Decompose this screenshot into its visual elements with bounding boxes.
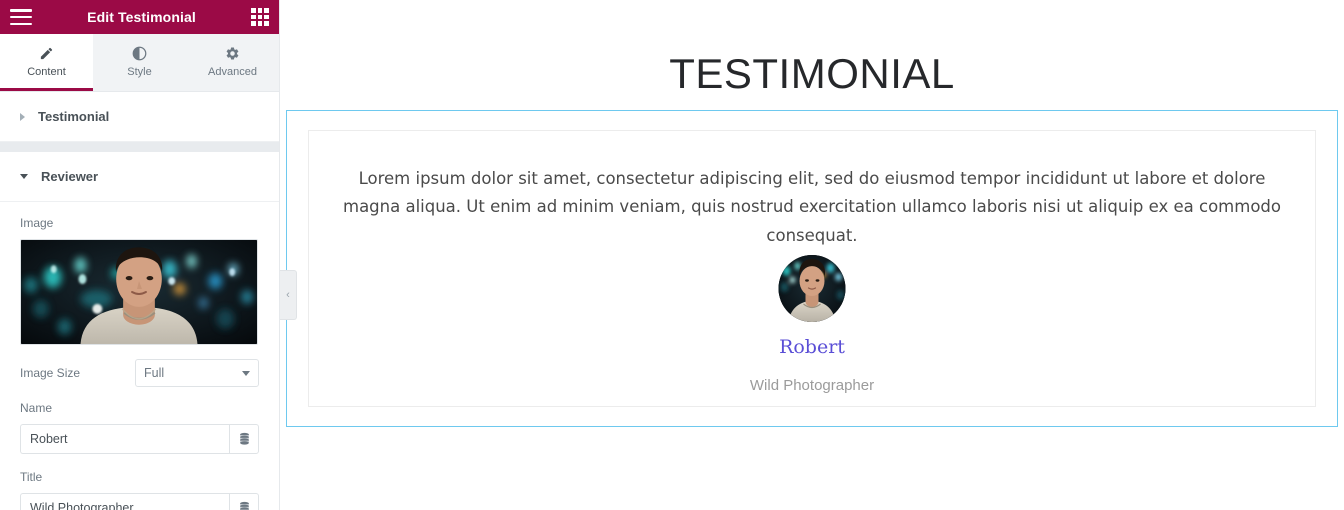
- tab-style-label: Style: [127, 65, 152, 78]
- section-reviewer[interactable]: Reviewer: [0, 152, 279, 202]
- image-size-value: Full: [144, 366, 165, 380]
- panel-title: Edit Testimonial: [87, 9, 196, 25]
- tab-content-label: Content: [27, 65, 66, 78]
- section-testimonial[interactable]: Testimonial: [0, 92, 279, 142]
- page-title: TESTIMONIAL: [669, 50, 955, 97]
- panel-body: Testimonial Reviewer Image Image Size Fu…: [0, 92, 279, 510]
- reviewer-image-thumbnail[interactable]: [20, 239, 258, 345]
- pencil-icon: [39, 45, 54, 62]
- avatar-photo: [778, 255, 846, 322]
- name-field-row: [20, 424, 259, 454]
- section-testimonial-label: Testimonial: [38, 109, 110, 124]
- image-size-select[interactable]: Full: [135, 359, 259, 387]
- tab-advanced[interactable]: Advanced: [186, 34, 279, 91]
- chevron-right-icon: [20, 112, 25, 121]
- title-input[interactable]: [20, 493, 229, 510]
- name-field-label: Name: [20, 401, 53, 415]
- testimonial-inner-box: Lorem ipsum dolor sit amet, consectetur …: [308, 130, 1316, 407]
- elementor-editor: Edit Testimonial Content Style Advanced …: [0, 0, 1344, 510]
- reviewer-name: Robert: [779, 336, 845, 358]
- chevron-down-icon: [242, 370, 250, 376]
- section-reviewer-label: Reviewer: [41, 169, 99, 184]
- reviewer-controls: Image Image Size Full Name Robert Title …: [0, 202, 279, 510]
- tab-style[interactable]: Style: [93, 34, 186, 91]
- panel-tabs: Content Style Advanced: [0, 34, 279, 92]
- database-stack-icon: [239, 432, 249, 445]
- image-size-label: Image Size: [20, 366, 81, 380]
- tab-content[interactable]: Content: [0, 34, 93, 91]
- chevron-left-icon: ‹: [286, 289, 290, 301]
- apps-grid-icon[interactable]: [251, 8, 269, 26]
- hamburger-icon[interactable]: [10, 9, 32, 25]
- reviewer-photo: [21, 240, 257, 344]
- name-dynamic-tag-button[interactable]: [229, 424, 259, 454]
- reviewer-title: Wild Photographer: [749, 377, 875, 394]
- image-size-row: Image Size Full: [20, 359, 259, 387]
- tab-advanced-label: Advanced: [208, 65, 257, 78]
- gear-icon: [225, 45, 240, 62]
- testimonial-content: Lorem ipsum dolor sit amet, consectetur …: [343, 169, 1281, 245]
- image-field-label: Image: [20, 216, 54, 230]
- panel-collapse-handle[interactable]: ‹: [280, 270, 297, 320]
- contrast-circle-icon: [132, 45, 147, 62]
- chevron-down-icon: [20, 174, 28, 179]
- testimonial-widget[interactable]: Lorem ipsum dolor sit amet, consectetur …: [286, 110, 1338, 427]
- title-dynamic-tag-button[interactable]: [229, 493, 259, 510]
- editor-panel: Edit Testimonial Content Style Advanced …: [0, 0, 280, 510]
- title-field-label: Title: [20, 470, 43, 484]
- name-input[interactable]: [20, 424, 229, 454]
- section-divider: [0, 142, 279, 152]
- preview-canvas: TESTIMONIAL Lorem ipsum dolor sit amet, …: [280, 0, 1344, 510]
- database-stack-icon: [239, 501, 249, 510]
- panel-header: Edit Testimonial: [0, 0, 279, 34]
- avatar: [778, 255, 846, 322]
- title-field-row: [20, 493, 259, 510]
